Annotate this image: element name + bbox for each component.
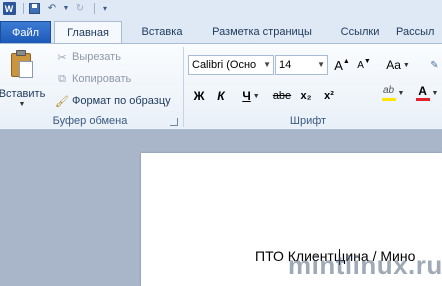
copy-label: Копировать	[72, 73, 132, 85]
tab-home[interactable]: Главная	[54, 21, 122, 44]
font-group-label: Шрифт	[289, 115, 327, 127]
clipboard-dialog-launcher-icon[interactable]	[170, 118, 178, 126]
paste-icon	[10, 50, 34, 79]
qat-separator	[23, 3, 24, 14]
grow-font-icon: A	[334, 57, 343, 73]
underline-icon: Ч	[242, 89, 251, 103]
customize-qat-icon[interactable]: ▾	[98, 2, 112, 15]
watermark: mintlinux.ru	[288, 250, 442, 280]
word-app-icon[interactable]: W	[2, 2, 16, 15]
superscript-button[interactable]: x²	[321, 87, 337, 105]
grow-font-button[interactable]: A ▲	[333, 56, 351, 74]
format-painter-button[interactable]: 🖌 Формат по образцу	[55, 92, 171, 110]
copy-icon: ⧉	[58, 72, 66, 85]
font-color-icon: A	[415, 85, 430, 101]
redo-icon[interactable]: ↻	[73, 2, 87, 15]
shrink-font-button[interactable]: A ▼	[355, 56, 373, 74]
tab-references[interactable]: Ссылки	[330, 21, 390, 43]
clipboard-group-label: Буфер обмена	[52, 115, 128, 127]
undo-dropdown-icon[interactable]: ▼	[63, 2, 70, 15]
paste-button[interactable]: Вставить ▼	[0, 48, 46, 108]
chevron-down-icon[interactable]: ▼	[317, 60, 325, 69]
font-color-button[interactable]: A ▼	[414, 84, 440, 102]
copy-button[interactable]: ⧉ Копировать	[55, 70, 131, 88]
underline-button[interactable]: Ч ▼	[238, 87, 264, 105]
change-case-button[interactable]: Aa ▼	[385, 56, 411, 74]
font-name-value: Calibri (Осно	[192, 59, 257, 71]
format-painter-label: Формат по образцу	[72, 95, 171, 107]
tab-insert[interactable]: Вставка	[128, 21, 196, 43]
tab-page-layout[interactable]: Разметка страницы	[198, 21, 326, 43]
subscript-button[interactable]: x₂	[298, 87, 314, 105]
paste-dropdown-icon[interactable]: ▼	[19, 101, 26, 108]
font-size-combo[interactable]: 14 ▼	[275, 55, 328, 75]
ribbon-tabs: Файл Главная Вставка Разметка страницы С…	[0, 17, 442, 44]
font-name-combo[interactable]: Calibri (Осно ▼	[188, 55, 274, 75]
save-icon[interactable]	[27, 2, 41, 15]
cut-label: Вырезать	[72, 51, 121, 63]
highlighter-icon: ab	[381, 85, 396, 101]
highlight-button[interactable]: ab ▼	[380, 84, 406, 102]
brush-icon: 🖌	[55, 95, 69, 108]
shrink-font-icon: A	[357, 59, 364, 71]
font-size-value: 14	[279, 59, 292, 71]
undo-icon[interactable]: ↶	[45, 2, 59, 15]
strikethrough-button[interactable]: abe	[271, 87, 293, 105]
italic-button[interactable]: К	[213, 87, 229, 105]
bold-button[interactable]: Ж	[191, 87, 207, 105]
change-case-icon: Aa	[386, 58, 401, 72]
ribbon: Вставить ▼ ✂ Вырезать ⧉ Копировать 🖌 Фор…	[0, 43, 442, 130]
paste-label: Вставить	[0, 88, 46, 100]
group-separator	[183, 47, 184, 127]
qat-separator	[94, 3, 95, 14]
tab-file[interactable]: Файл	[0, 21, 51, 43]
quick-access-toolbar: W ↶ ▼ ↻ ▾	[0, 0, 442, 17]
clear-formatting-icon[interactable]: ✎	[427, 56, 442, 74]
scissors-icon: ✂	[57, 51, 67, 64]
tab-mailings[interactable]: Рассыл	[396, 21, 442, 43]
cut-button[interactable]: ✂ Вырезать	[55, 48, 121, 66]
chevron-down-icon[interactable]: ▼	[263, 60, 271, 69]
